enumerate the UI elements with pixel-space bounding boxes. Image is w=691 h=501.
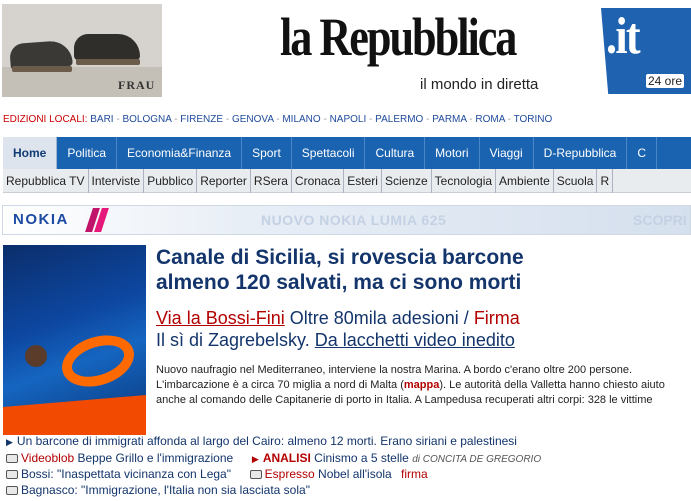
nav-tab-politica[interactable]: Politica (57, 137, 118, 169)
edition-link-firenze[interactable]: FIRENZE (180, 114, 223, 125)
local-editions-bar: EDIZIONI LOCALI: BARI - BOLOGNA - FIRENZ… (3, 114, 552, 125)
subnav-item-cronaca[interactable]: Cronaca (292, 169, 345, 193)
related-item-4[interactable]: Bagnasco: "Immigrazione, l'Italia non si… (6, 483, 310, 497)
bagnasco-link[interactable]: Bagnasco: "Immigrazione, l'Italia non si… (21, 483, 310, 497)
edition-separator: - (223, 114, 232, 125)
related-item-3[interactable]: Bossi: "Inaspettata vicinanza con Lega" … (6, 467, 428, 481)
edition-separator: - (171, 114, 181, 125)
nav-tab-motori[interactable]: Motori (425, 137, 480, 169)
edition-link-milano[interactable]: MILANO (282, 114, 320, 125)
edition-link-parma[interactable]: PARMA (432, 114, 466, 125)
related-item-2[interactable]: Videoblob Beppe Grillo e l'immigrazione … (6, 451, 541, 467)
hero-headline[interactable]: Canale di Sicilia, si rovescia barcone a… (156, 245, 686, 295)
tagline: il mondo in diretta (420, 76, 539, 93)
section-subnavigation: Repubblica TV Interviste Pubblico Reporter R… (3, 169, 691, 193)
edition-link-torino[interactable]: TORINO (514, 114, 553, 125)
videoblob-label[interactable]: Videoblob (21, 451, 74, 465)
hero-lead-paragraph: Nuovo naufragio nel Mediterraneo, interv… (156, 363, 681, 408)
hero-sublinks: Via la Bossi-Fini Oltre 80mila adesioni … (156, 307, 686, 351)
advert-cta[interactable]: SCOPRI (633, 212, 687, 228)
hero-sublink-row-1: Via la Bossi-Fini Oltre 80mila adesioni … (156, 307, 686, 329)
subnav-item-scienze[interactable]: Scienze (382, 169, 432, 193)
nav-tab-cultura[interactable]: Cultura (365, 137, 426, 169)
bossi-fini-link[interactable]: Via la Bossi-Fini (156, 308, 285, 328)
video-icon (6, 486, 18, 495)
subnav-item-interviste[interactable]: Interviste (89, 169, 145, 193)
map-link[interactable]: mappa (404, 379, 439, 391)
shoe-advert-banner[interactable]: FRAU (2, 4, 162, 97)
video-icon (249, 470, 262, 479)
subnav-item-reporter[interactable]: Reporter (197, 169, 251, 193)
local-editions-label: EDIZIONI LOCALI: (3, 114, 88, 125)
nobel-link[interactable]: Nobel all'isola (315, 467, 392, 481)
bossi-fini-adesioni: Oltre 80mila adesioni / (284, 308, 474, 328)
subnav-item-repubblica-tv[interactable]: Repubblica TV (3, 169, 89, 193)
firma-link[interactable]: firma (401, 467, 428, 481)
nokia-stripes-icon (85, 208, 109, 232)
advert-brand: FRAU (118, 78, 156, 92)
24-ore-badge[interactable]: 24 ore (646, 74, 685, 88)
hero-headline-line-2[interactable]: almeno 120 salvati, ma ci sono morti (156, 270, 686, 295)
video-icon (6, 470, 18, 479)
logo-tld: .it (606, 8, 641, 65)
nav-tab-d-repubblica[interactable]: D-Repubblica (534, 137, 628, 169)
swimmer-shape (25, 345, 47, 367)
edition-separator: - (366, 114, 376, 125)
edition-link-napoli[interactable]: NAPOLI (330, 114, 367, 125)
nav-tab-viaggi[interactable]: Viaggi (480, 137, 534, 169)
nav-tab-economia-finanza[interactable]: Economia&Finanza (117, 137, 243, 169)
subnav-item-r[interactable]: R (597, 169, 614, 193)
espresso-label[interactable]: Espresso (265, 467, 315, 481)
analisi-label[interactable]: ANALISI (263, 451, 311, 465)
edition-separator: - (320, 114, 330, 125)
video-inedito-link[interactable]: Da lacchetti video inedito (315, 330, 515, 350)
edition-separator: - (423, 114, 433, 125)
hero-sublink-row-2: Il sì di Zagrebelsky. Da lacchetti video… (156, 329, 686, 351)
nav-tab-c[interactable]: C (627, 137, 658, 169)
edition-link-roma[interactable]: ROMA (475, 114, 504, 125)
nav-tab-home[interactable]: Home (3, 137, 58, 169)
firma-link[interactable]: Firma (474, 308, 520, 328)
edition-link-bologna[interactable]: BOLOGNA (122, 114, 171, 125)
shoe-image-right (74, 34, 140, 60)
shoe-sole-right (76, 59, 140, 65)
related-item-1[interactable]: ▶ Un barcone di immigrati affonda al larg… (6, 434, 517, 449)
main-navigation: Home Politica Economia&Finanza Sport Spettac… (3, 137, 691, 169)
videoblob-link[interactable]: Beppe Grillo e l'immigrazione (74, 451, 234, 465)
masthead-logo[interactable]: la Repubblica .it il mondo in diretta 24… (280, 7, 691, 100)
video-icon (6, 454, 18, 463)
byline: di CONCITA DE GREGORIO (412, 454, 542, 465)
hero-headline-line-1[interactable]: Canale di Sicilia, si rovescia barcone (156, 245, 686, 270)
life-ring-shape (55, 326, 141, 396)
edition-link-palermo[interactable]: PALERMO (375, 114, 423, 125)
analisi-link[interactable]: Cinismo a 5 stelle (311, 451, 409, 465)
subnav-item-ambiente[interactable]: Ambiente (496, 169, 554, 193)
nav-tab-spettacoli[interactable]: Spettacoli (292, 137, 366, 169)
arrow-right-icon: ▶ (6, 437, 13, 447)
edition-separator: - (504, 114, 514, 125)
bossi-link[interactable]: Bossi: "Inaspettata vicinanza con Lega" (21, 467, 231, 481)
subnav-item-esteri[interactable]: Esteri (344, 169, 382, 193)
subnav-item-rsera[interactable]: RSera (251, 169, 292, 193)
advert-text: NUOVO NOKIA LUMIA 625 (261, 212, 447, 228)
edition-link-bari[interactable]: BARI (90, 114, 113, 125)
nokia-advert-strip[interactable]: NOKIA NUOVO NOKIA LUMIA 625 SCOPRI (2, 205, 691, 235)
subnav-item-pubblico[interactable]: Pubblico (144, 169, 198, 193)
edition-separator: - (273, 114, 283, 125)
local-editions-links: BARI - BOLOGNA - FIRENZE - GENOVA - MILA… (90, 114, 552, 125)
hero-photo[interactable] (3, 245, 146, 435)
logo-wordmark: la Repubblica (280, 7, 517, 67)
nokia-logo: NOKIA (13, 211, 69, 228)
arrow-right-icon: ▶ (251, 454, 259, 464)
related-link[interactable]: Un barcone di immigrati affonda al largo… (17, 434, 517, 448)
zagrebelsky-text: Il sì di Zagrebelsky. (156, 330, 315, 350)
shoe-sole-left (12, 66, 72, 72)
subnav-item-tecnologia[interactable]: Tecnologia (432, 169, 497, 193)
nav-tab-sport[interactable]: Sport (242, 137, 292, 169)
edition-link-genova[interactable]: GENOVA (232, 114, 274, 125)
subnav-item-scuola[interactable]: Scuola (554, 169, 598, 193)
boat-shape (3, 395, 146, 435)
